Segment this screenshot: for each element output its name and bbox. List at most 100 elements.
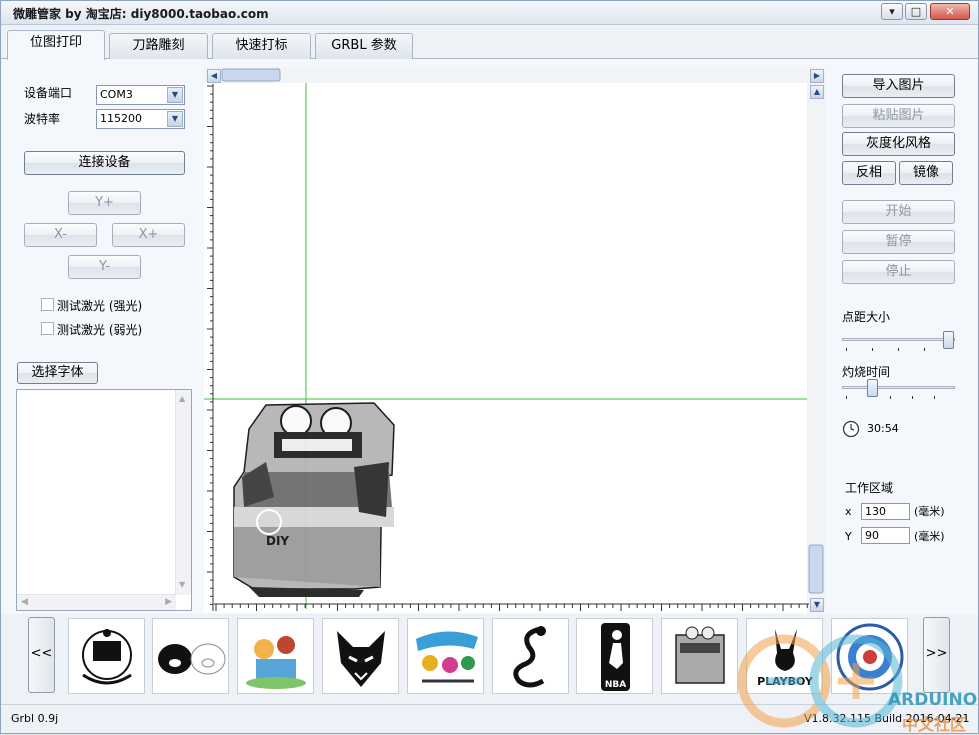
chevron-up-icon[interactable]: ▲ — [179, 394, 185, 403]
x-axis-label: x — [845, 505, 852, 518]
dot-pitch-label: 点距大小 — [842, 310, 891, 324]
vertical-scrollbar[interactable]: ▲ ▼ — [175, 390, 191, 595]
slider-tick — [912, 396, 913, 399]
slider-track — [842, 338, 955, 341]
laser-weak-label: 测试激光 (弱光) — [57, 323, 143, 337]
work-area-y-input[interactable]: 90 — [861, 527, 910, 544]
y-plus-button[interactable]: Y+ — [68, 191, 141, 215]
x-plus-button[interactable]: X+ — [112, 223, 185, 247]
x-minus-button[interactable]: X- — [24, 223, 97, 247]
slider-tick — [898, 348, 899, 351]
restore-button[interactable]: □ — [905, 3, 927, 20]
robot-image: DIY — [233, 402, 395, 597]
laser-strong-checkbox[interactable] — [41, 298, 54, 311]
scroll-left-icon[interactable]: ◀ — [207, 69, 221, 83]
playboy-bunny-icon: PLAYBOY — [757, 629, 814, 688]
thumbnail-national-emblem[interactable] — [68, 618, 145, 694]
scroll-right-icon[interactable]: ▶ — [810, 69, 824, 83]
slider-track — [842, 386, 955, 389]
wolf-head-icon — [337, 631, 385, 687]
thumbnail-robot-box[interactable] — [661, 618, 738, 694]
thumbnail-playboy-logo[interactable]: PLAYBOY — [746, 618, 823, 694]
app-window: 微雕管家 by 淘宝店: diy8000.taobao.com ▾ □ ✕ 位图… — [0, 0, 979, 734]
start-button[interactable]: 开始 — [842, 200, 955, 224]
tab-bitmap-print[interactable]: 位图打印 — [7, 30, 105, 60]
canvas-surface: DIY — [204, 67, 825, 613]
clock-icon — [842, 420, 860, 438]
x-unit-label: (毫米) — [914, 505, 945, 518]
vertical-ruler — [207, 84, 214, 611]
playboy-logo-text: PLAYBOY — [757, 675, 814, 688]
scroll-up-icon[interactable]: ▲ — [810, 85, 824, 99]
horizontal-scrollbar[interactable]: ◀ ▶ — [17, 594, 176, 610]
mirror-button[interactable]: 镜像 — [899, 161, 953, 185]
choose-font-button[interactable]: 选择字体 — [17, 362, 98, 384]
baud-value: 115200 — [100, 112, 142, 125]
chevron-left-icon[interactable]: ◀ — [21, 597, 28, 607]
thumbnail-cartoon-group[interactable] — [237, 618, 314, 694]
slider-tick — [924, 348, 925, 351]
tab-grbl-params[interactable]: GRBL 参数 — [315, 33, 413, 59]
grayscale-style-button[interactable]: 灰度化风格 — [842, 132, 955, 156]
pig-icon — [158, 643, 226, 675]
paste-image-button[interactable]: 粘贴图片 — [842, 104, 955, 128]
thumbnail-dragon[interactable] — [492, 618, 569, 694]
baud-label: 波特率 — [24, 112, 61, 126]
port-label: 设备端口 — [24, 86, 73, 100]
thumbnail-pigs[interactable] — [152, 618, 229, 694]
y-unit-label: (毫米) — [914, 530, 945, 543]
dot-pitch-slider[interactable] — [842, 330, 956, 354]
import-image-button[interactable]: 导入图片 — [842, 74, 955, 98]
stop-button[interactable]: 停止 — [842, 260, 955, 284]
chevron-right-icon[interactable]: ▶ — [165, 597, 172, 607]
y-minus-button[interactable]: Y- — [68, 255, 141, 279]
window-title: 微雕管家 by 淘宝店: diy8000.taobao.com — [13, 7, 269, 21]
title-bar: 微雕管家 by 淘宝店: diy8000.taobao.com ▾ □ ✕ — [1, 1, 978, 25]
estimated-time: 30:54 — [867, 422, 899, 435]
cartoon-group-icon — [246, 636, 306, 689]
thumbnail-nba-logo[interactable]: NBA — [576, 618, 653, 694]
top-scrollbar-track — [204, 67, 825, 83]
port-select[interactable]: COM3 ▼ — [96, 85, 185, 105]
tab-toolpath-engrave[interactable]: 刀路雕刻 — [109, 33, 208, 59]
connect-button[interactable]: 连接设备 — [24, 151, 185, 175]
close-button[interactable]: ✕ — [930, 3, 970, 20]
nba-logo-icon: NBA — [601, 623, 630, 691]
baud-select[interactable]: 115200 ▼ — [96, 109, 185, 129]
slider-thumb[interactable] — [943, 331, 954, 349]
port-value: COM3 — [100, 88, 133, 101]
software-version: V1.8.32.115 Build 2016-04-21 — [804, 712, 970, 725]
thumbnail-prev-button[interactable]: << — [28, 617, 55, 693]
scroll-down-icon[interactable]: ▼ — [810, 598, 824, 612]
y-axis-label: Y — [845, 530, 852, 543]
dragon-icon — [513, 626, 546, 688]
work-area-x-input[interactable]: 130 — [861, 503, 910, 520]
slider-thumb[interactable] — [867, 379, 878, 397]
thumbnail-next-button[interactable]: >> — [923, 617, 950, 693]
laser-weak-checkbox[interactable] — [41, 322, 54, 335]
nba-logo-text: NBA — [605, 680, 626, 690]
work-area-label: 工作区域 — [845, 481, 894, 495]
thumbnail-cartoon-party[interactable] — [407, 618, 484, 694]
minimize-button[interactable]: ▾ — [881, 3, 903, 20]
thumbnail-round-seal[interactable] — [831, 618, 908, 694]
status-bar: Grbl 0.9j V1.8.32.115 Build 2016-04-21 — [1, 704, 978, 733]
robot-box-icon — [675, 626, 725, 684]
slider-tick — [890, 396, 891, 399]
slider-tick — [846, 396, 847, 399]
invert-button[interactable]: 反相 — [842, 161, 896, 185]
pause-button[interactable]: 暂停 — [842, 230, 955, 254]
horizontal-ruler — [214, 603, 809, 611]
burn-time-slider[interactable] — [842, 378, 956, 402]
chevron-down-icon[interactable]: ▼ — [179, 580, 185, 589]
national-emblem-icon — [82, 629, 132, 685]
firmware-version: Grbl 0.9j — [11, 712, 59, 725]
right-scrollbar-thumb — [808, 544, 824, 594]
print-canvas[interactable]: DIY — [204, 67, 825, 613]
tab-quick-mark[interactable]: 快速打标 — [212, 33, 311, 59]
chevron-down-icon[interactable]: ▼ — [167, 111, 183, 127]
text-input-area[interactable]: ▲ ▼ ◀ ▶ — [16, 389, 192, 611]
chevron-down-icon[interactable]: ▼ — [167, 87, 183, 103]
thumbnail-wolf-head[interactable] — [322, 618, 399, 694]
cartoon-party-icon — [416, 631, 478, 683]
